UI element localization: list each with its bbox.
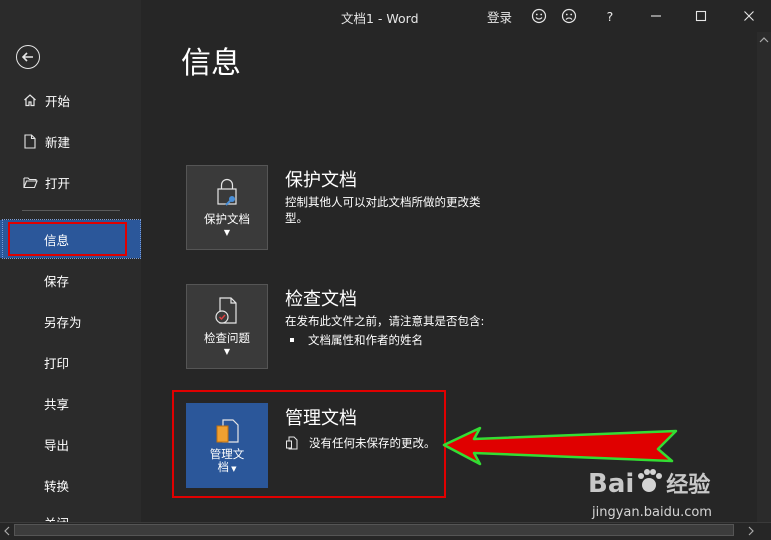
sidebar-item-export[interactable]: 导出 [0, 425, 141, 463]
watermark-logo: Bai 经验 [588, 466, 710, 499]
frown-feedback-button[interactable] [559, 6, 579, 26]
watermark-text-2: 经验 [666, 473, 711, 498]
inspect-section-desc: 在发布此文件之前，请注意其是否包含: [285, 314, 485, 328]
protect-document-label: 保护文档 [204, 212, 250, 226]
maximize-icon [695, 10, 707, 22]
close-window-button[interactable] [739, 6, 759, 26]
manage-document-label: 管理文 档 ▼ [210, 448, 245, 476]
dropdown-arrow-icon: ▼ [228, 465, 237, 473]
sidebar-item-save[interactable]: 保存 [0, 261, 141, 299]
smile-icon [531, 8, 547, 24]
sidebar-item-label: 打开 [45, 175, 71, 191]
manage-document-label-line1: 管理文 [209, 447, 245, 461]
manage-document-icon [214, 418, 240, 446]
vertical-scrollbar[interactable] [757, 32, 771, 522]
sidebar-item-label: 保存 [44, 273, 70, 289]
inspect-bullet-item: 文档属性和作者的姓名 [290, 332, 423, 348]
sidebar-item-open[interactable]: 打开 [0, 163, 141, 201]
manage-section-title: 管理文档 [285, 408, 357, 429]
sidebar-item-home[interactable]: 开始 [0, 81, 141, 119]
manage-document-label-line2: 档 [217, 460, 229, 474]
minimize-button[interactable] [646, 6, 666, 26]
smile-feedback-button[interactable] [529, 6, 549, 26]
annotation-arrow [442, 426, 678, 466]
inspect-section-title: 检查文档 [285, 289, 357, 310]
protect-document-button[interactable]: 保护文档 ▼ [186, 165, 268, 250]
protect-section-title: 保护文档 [285, 170, 357, 191]
scroll-right-icon [748, 526, 754, 536]
document-icon [286, 436, 298, 450]
protect-section-desc: 控制其他人可以对此文档所做的更改类 [285, 195, 481, 209]
bullet-icon [290, 338, 294, 342]
backstage-sidebar: 开始 新建 打开 信息 保存 另存为 打印 共享 导出 转换 关闭 [0, 0, 141, 540]
home-icon [22, 92, 38, 108]
manage-section-desc: 没有任何未保存的更改。 [285, 435, 436, 451]
maximize-button[interactable] [691, 6, 711, 26]
title-bar: 文档1 - Word 登录 ? [141, 0, 771, 32]
dropdown-arrow-icon: ▼ [223, 347, 231, 356]
help-button[interactable]: ? [603, 6, 617, 26]
lock-icon [212, 176, 242, 208]
sidebar-item-new[interactable]: 新建 [0, 122, 141, 160]
annotation-highlight-info [8, 222, 127, 256]
protect-section-desc-2: 型。 [285, 211, 308, 225]
inspect-document-icon [212, 295, 242, 327]
login-link[interactable]: 登录 [487, 6, 512, 26]
inspect-issues-label: 检查问题 [204, 331, 250, 345]
back-button[interactable] [16, 45, 40, 69]
new-document-icon [22, 133, 38, 149]
dropdown-arrow-icon: ▼ [223, 228, 231, 237]
inspect-issues-button[interactable]: 检查问题 ▼ [186, 284, 268, 369]
sidebar-item-label: 开始 [45, 93, 71, 109]
inspect-bullet-text: 文档属性和作者的姓名 [308, 333, 423, 347]
page-title: 信息 [181, 46, 241, 81]
sidebar-item-label: 转换 [44, 478, 70, 494]
paw-icon [638, 469, 663, 492]
sidebar-item-save-as[interactable]: 另存为 [0, 302, 141, 340]
minimize-icon [651, 15, 661, 17]
manage-section-desc-text: 没有任何未保存的更改。 [309, 436, 436, 450]
arrow-left-icon [21, 52, 33, 62]
sidebar-item-label: 导出 [44, 437, 70, 453]
window-title: 文档1 - Word [341, 11, 419, 26]
watermark-text: Bai [588, 469, 635, 499]
sidebar-item-label: 打印 [44, 355, 70, 371]
sidebar-item-share[interactable]: 共享 [0, 384, 141, 422]
sidebar-item-transform[interactable]: 转换 [0, 466, 141, 504]
sidebar-divider [22, 210, 120, 211]
sidebar-item-label: 共享 [44, 396, 70, 412]
manage-document-button[interactable]: 管理文 档 ▼ [186, 403, 268, 488]
scroll-left-icon [4, 526, 10, 536]
horizontal-scrollbar-thumb[interactable] [14, 524, 734, 536]
scroll-up-icon [759, 37, 769, 43]
sidebar-item-close[interactable]: 关闭 [0, 504, 141, 522]
sidebar-item-print[interactable]: 打印 [0, 343, 141, 381]
frown-icon [561, 8, 577, 24]
close-icon [744, 11, 754, 21]
watermark-url: jingyan.baidu.com [592, 505, 712, 520]
sidebar-item-label: 另存为 [44, 314, 82, 330]
folder-open-icon [22, 174, 38, 190]
sidebar-item-label: 新建 [45, 134, 71, 150]
sidebar-item-label: 关闭 [44, 513, 69, 522]
